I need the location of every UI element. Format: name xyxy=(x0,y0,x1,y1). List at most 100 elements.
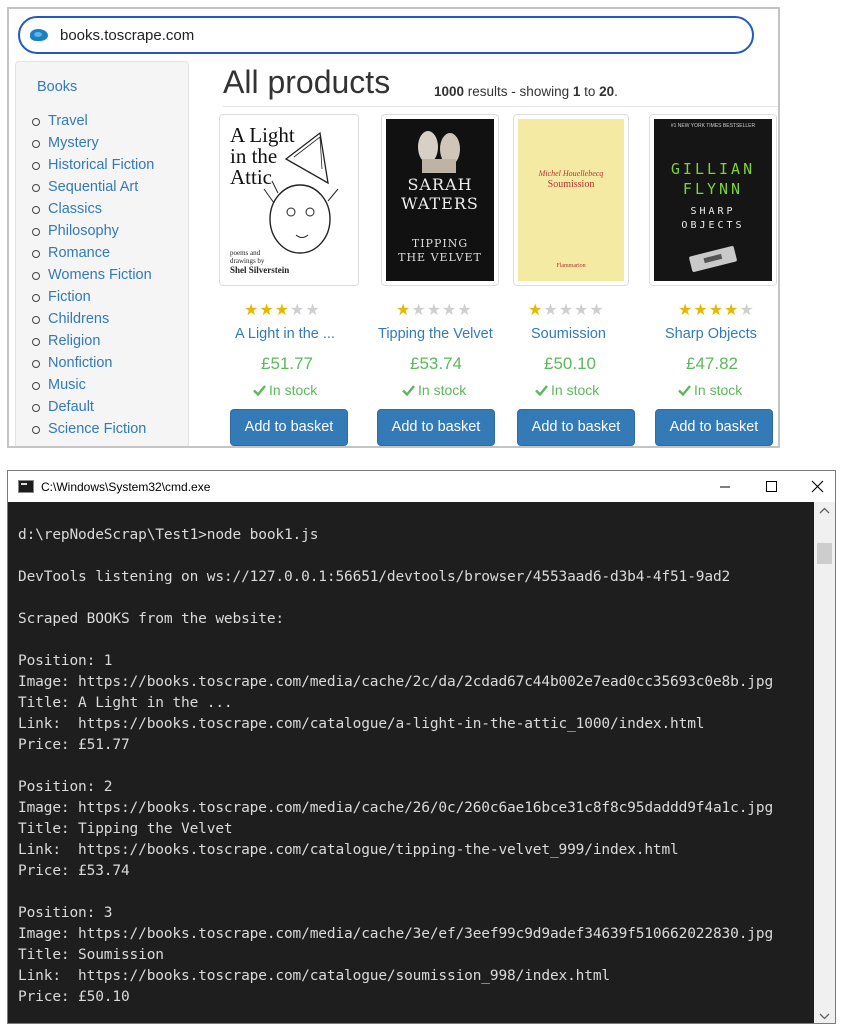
add-to-basket-button[interactable]: Add to basket xyxy=(655,409,773,446)
close-icon xyxy=(811,480,824,493)
add-to-basket-button[interactable]: Add to basket xyxy=(517,409,635,446)
category-link[interactable]: Sequential Art xyxy=(30,178,154,200)
scroll-up-button[interactable] xyxy=(814,502,835,520)
address-bar[interactable]: books.toscrape.com xyxy=(18,16,754,54)
category-link[interactable]: Default xyxy=(30,398,154,420)
star-icon: ★ xyxy=(558,302,575,319)
category-list: Travel Mystery Historical Fiction Sequentia… xyxy=(30,112,154,442)
star-icon: ★ xyxy=(259,302,275,319)
console-line: Link: https://books.toscrape.com/catalog… xyxy=(18,968,611,984)
category-link[interactable]: Travel xyxy=(30,112,154,134)
page-header: All products 1000 results - showing 1 to… xyxy=(223,63,778,107)
minimize-button[interactable] xyxy=(702,471,748,502)
console-line: Title: Tipping the Velvet xyxy=(18,821,233,837)
category-link[interactable]: Music xyxy=(30,376,154,398)
console-line: Image: https://books.toscrape.com/media/… xyxy=(18,926,774,942)
category-link[interactable]: Philosophy xyxy=(30,222,154,244)
book-thumbnail[interactable]: A Light in the Attic poems and drawings … xyxy=(219,114,359,286)
close-button[interactable] xyxy=(794,471,835,502)
book-cover-image: Michel Houellebecq Soumission Flammarion xyxy=(518,119,624,281)
chevron-down-icon xyxy=(819,1013,830,1020)
category-link[interactable]: Fiction xyxy=(30,288,154,310)
console-line: Image: https://books.toscrape.com/media/… xyxy=(18,674,774,690)
star-rating: ★★★★★ xyxy=(244,300,321,320)
category-link[interactable]: Mystery xyxy=(30,134,154,156)
maximize-button[interactable] xyxy=(748,471,794,502)
site-logo-icon xyxy=(30,29,48,41)
star-icon: ★ xyxy=(528,302,544,319)
product-price: £47.82 xyxy=(686,354,738,373)
product-price: £53.74 xyxy=(410,354,462,373)
results-summary: 1000 results - showing 1 to 20. xyxy=(434,84,618,99)
add-to-basket-button[interactable]: Add to basket xyxy=(377,409,495,446)
book-thumbnail[interactable]: SARAH WATERS TIPPING THE VELVET xyxy=(381,114,499,286)
add-to-basket-button[interactable]: Add to basket xyxy=(230,409,348,446)
star-icon: ★ xyxy=(244,302,260,319)
page-title: All products xyxy=(223,64,391,100)
star-icon: ★ xyxy=(411,302,427,319)
star-icon: ★ xyxy=(543,302,559,319)
availability: In stock xyxy=(678,382,742,398)
category-link[interactable]: Womens Fiction xyxy=(30,266,154,288)
availability: In stock xyxy=(402,382,466,398)
product-price: £50.10 xyxy=(544,354,596,373)
category-link[interactable]: Nonfiction xyxy=(30,354,154,376)
category-link[interactable]: Childrens xyxy=(30,310,154,332)
url-text[interactable]: books.toscrape.com xyxy=(60,27,194,44)
chevron-up-icon xyxy=(819,507,830,514)
star-icon: ★ xyxy=(574,302,590,319)
book-thumbnail[interactable]: Michel Houellebecq Soumission Flammarion xyxy=(513,114,629,286)
cmd-icon xyxy=(18,480,34,493)
console-line: Scraped BOOKS from the website: xyxy=(18,611,284,627)
star-icon: ★ xyxy=(589,302,605,319)
star-icon: ★ xyxy=(426,302,443,319)
sidebar-title-books[interactable]: Books xyxy=(37,79,77,95)
star-rating: ★★★★★ xyxy=(528,300,605,320)
star-icon: ★ xyxy=(290,302,306,319)
maximize-icon xyxy=(766,481,777,492)
scroll-down-button[interactable] xyxy=(814,1007,835,1023)
console-line: Image: https://books.toscrape.com/media/… xyxy=(18,800,774,816)
console-output[interactable]: d:\repNodeScrap\Test1>node book1.js DevTo… xyxy=(8,502,814,1023)
book-thumbnail[interactable]: #1 NEW YORK TIMES BESTSELLER GILLIAN FLY… xyxy=(649,114,777,286)
console-line: Price: £50.10 xyxy=(18,989,130,1005)
star-icon: ★ xyxy=(442,302,458,319)
book-cover-image: SARAH WATERS TIPPING THE VELVET xyxy=(386,119,494,281)
category-link[interactable]: Religion xyxy=(30,332,154,354)
vertical-scrollbar[interactable] xyxy=(814,502,835,1023)
product-title-link[interactable]: Tipping the Velvet xyxy=(378,326,493,342)
star-rating: ★★★★★ xyxy=(396,300,473,320)
category-link[interactable]: Romance xyxy=(30,244,154,266)
product-title-link[interactable]: A Light in the ... xyxy=(235,326,335,342)
product-price: £51.77 xyxy=(261,354,313,373)
console-line: Price: £53.74 xyxy=(18,863,130,879)
star-icon: ★ xyxy=(724,302,740,319)
product-title-link[interactable]: Soumission xyxy=(531,326,606,342)
console-line: Price: £51.77 xyxy=(18,737,130,753)
product-title-link[interactable]: Sharp Objects xyxy=(665,326,757,342)
category-link[interactable]: Science Fiction xyxy=(30,420,154,442)
star-rating: ★★★★★ xyxy=(678,300,755,320)
cmd-window: C:\Windows\System32\cmd.exe d:\repNodeSc… xyxy=(7,470,836,1024)
scrollbar-thumb[interactable] xyxy=(817,543,832,564)
console-line: Position: 3 xyxy=(18,905,113,921)
check-icon xyxy=(678,385,691,396)
console-line: Link: https://books.toscrape.com/catalog… xyxy=(18,716,705,732)
title-bar[interactable]: C:\Windows\System32\cmd.exe xyxy=(8,471,835,502)
category-link[interactable]: Classics xyxy=(30,200,154,222)
star-icon: ★ xyxy=(396,302,412,319)
category-link[interactable]: Historical Fiction xyxy=(30,156,154,178)
window-title: C:\Windows\System32\cmd.exe xyxy=(41,480,211,494)
console-line: DevTools listening on ws://127.0.0.1:566… xyxy=(18,569,731,585)
browser-window: books.toscrape.com Books Travel Mystery Hi… xyxy=(7,7,780,448)
console-line: Title: A Light in the ... xyxy=(18,695,233,711)
availability: In stock xyxy=(253,382,317,398)
console-line: Link: https://books.toscrape.com/catalog… xyxy=(18,842,679,858)
console-line: Title: Soumission xyxy=(18,947,164,963)
check-icon xyxy=(253,385,266,396)
star-icon: ★ xyxy=(739,302,755,319)
